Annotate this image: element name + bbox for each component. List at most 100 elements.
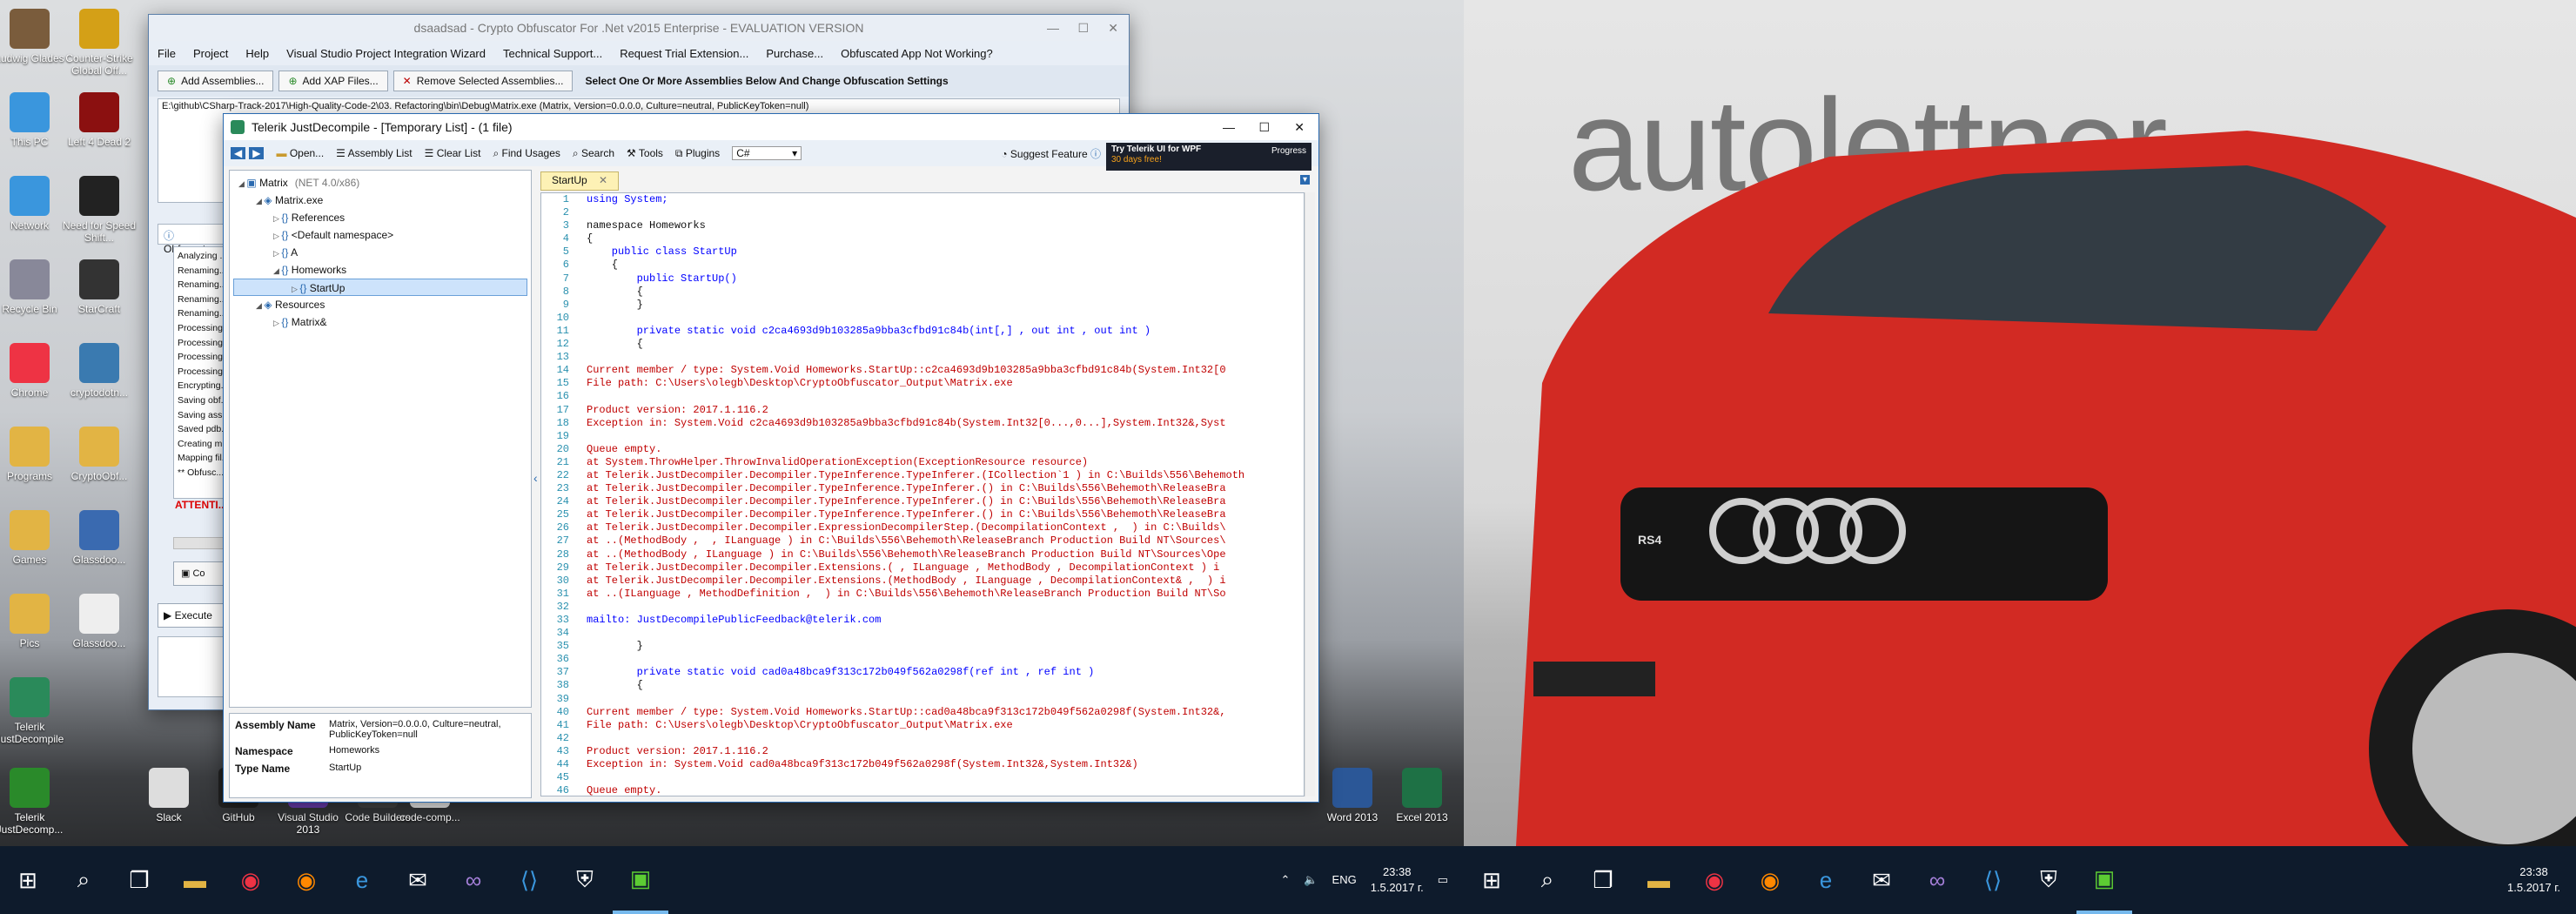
title-bar[interactable]: dsaadsad - Crypto Obfuscator For .Net v2… — [149, 15, 1129, 41]
menu-item[interactable]: Purchase... — [766, 47, 823, 60]
tree-node[interactable]: ◢ ◈ Matrix.exe — [233, 192, 527, 209]
mail-button[interactable]: ✉ — [1854, 846, 1909, 914]
desktop-icon[interactable]: Telerik JustDecomp... — [0, 763, 71, 858]
expand-icon[interactable]: ▷ — [292, 285, 299, 293]
visual-studio-button[interactable]: ∞ — [446, 846, 501, 914]
clear-list-button[interactable]: ☰ Clear List — [425, 147, 481, 159]
title-bar[interactable]: Telerik JustDecompile - [Temporary List]… — [224, 114, 1318, 140]
edge-button[interactable]: e — [1798, 846, 1854, 914]
tab-dropdown-icon[interactable]: ▾ — [1299, 175, 1310, 185]
ad-banner[interactable]: Try Telerik UI for WPF 30 days free! Pro… — [1106, 143, 1311, 171]
maximize-icon[interactable]: ☐ — [1258, 120, 1270, 135]
desktop-icon[interactable]: Counter-Strike Global Off... — [57, 3, 141, 99]
mail-button[interactable]: ✉ — [390, 846, 446, 914]
expand-icon[interactable]: ▷ — [273, 232, 281, 240]
desktop-icon[interactable]: Glassdoo... — [57, 505, 141, 601]
expand-icon[interactable]: ◢ — [273, 266, 281, 275]
menu-item[interactable]: Project — [193, 47, 228, 60]
expand-icon[interactable]: ◢ — [238, 179, 246, 188]
maximize-icon[interactable]: ☐ — [1077, 21, 1089, 36]
justdecompile-taskbar-button[interactable]: ▣ — [613, 846, 668, 914]
explorer-button[interactable]: ▬ — [1631, 846, 1687, 914]
desktop-icon[interactable]: StarCraft — [57, 254, 141, 350]
execute-button[interactable]: ▶ Execute — [158, 603, 232, 628]
language-indicator[interactable]: ENG — [1332, 872, 1357, 888]
chevron-up-icon[interactable]: ⌃ — [1280, 872, 1290, 888]
tree-node[interactable]: ▷ {} Matrix& — [233, 313, 527, 331]
expand-icon[interactable]: ▷ — [273, 249, 281, 258]
close-icon[interactable]: ✕ — [1294, 120, 1305, 135]
tab-startup[interactable]: StartUp ✕ — [540, 171, 620, 191]
splitter-collapse-icon[interactable]: ‹ — [533, 471, 538, 485]
search-button[interactable]: ⌕ Search — [573, 147, 614, 160]
open-button[interactable]: ▬ Open... — [276, 147, 324, 159]
defender-button[interactable]: ⛨ — [557, 846, 613, 914]
defender-button[interactable]: ⛨ — [2021, 846, 2076, 914]
add-xap-button[interactable]: ⊕ Add XAP Files... — [278, 71, 388, 91]
firefox-button[interactable]: ◉ — [278, 846, 334, 914]
close-tab-icon[interactable]: ✕ — [599, 174, 607, 186]
close-icon[interactable]: ✕ — [1108, 21, 1118, 36]
start-button[interactable]: ⊞ — [0, 846, 56, 914]
tools-button[interactable]: ⚒ Tools — [627, 147, 663, 159]
notifications-icon[interactable]: ▭ — [1438, 872, 1448, 888]
menu-item[interactable]: Visual Studio Project Integration Wizard — [286, 47, 486, 60]
clock-secondary[interactable]: 23:38 1.5.2017 г. — [2492, 864, 2576, 896]
desktop-icon[interactable]: CryptoObf... — [57, 421, 141, 517]
desktop-icon[interactable]: cryptodotn... — [57, 338, 141, 433]
system-tray[interactable]: ⌃ 🔈 ENG 23:38 1.5.2017 г. ▭ — [1265, 864, 1464, 896]
tree-node[interactable]: ▷ {} A — [233, 244, 527, 261]
code-editor[interactable]: 1 using System; 2 3 namespace Homeworks 4{5 p… — [540, 192, 1305, 796]
menu-item[interactable]: Request Trial Extension... — [620, 47, 748, 60]
firefox-button[interactable]: ◉ — [1742, 846, 1798, 914]
tree-node[interactable]: ◢ {} Homeworks — [233, 261, 527, 279]
search-button[interactable]: ⌕ — [1519, 846, 1575, 914]
forward-icon[interactable]: ▶ — [249, 147, 265, 159]
tree-node[interactable]: ▷ {} StartUp — [233, 279, 527, 296]
menu-item[interactable]: Technical Support... — [503, 47, 602, 60]
task-view-button[interactable]: ❐ — [111, 846, 167, 914]
vscode-button[interactable]: ⟨⟩ — [501, 846, 557, 914]
chrome-button[interactable]: ◉ — [223, 846, 278, 914]
menu-item[interactable]: Help — [245, 47, 269, 60]
expand-icon[interactable]: ◢ — [256, 301, 264, 310]
minimize-icon[interactable]: — — [1223, 120, 1235, 134]
desktop-icon[interactable]: Excel 2013 — [1380, 763, 1464, 858]
justdecompile-taskbar-button[interactable]: ▣ — [2076, 846, 2132, 914]
back-icon[interactable]: ◀ — [231, 147, 246, 159]
menu-item[interactable]: Obfuscated App Not Working? — [841, 47, 993, 60]
assembly-tree[interactable]: ◢ ▣ Matrix (NET 4.0/x86) ◢ ◈ Matrix.exe ▷ {… — [229, 170, 532, 708]
find-usages-button[interactable]: ⌕ Find Usages — [493, 147, 560, 160]
visual-studio-button[interactable]: ∞ — [1909, 846, 1965, 914]
tree-node[interactable]: ◢ ▣ Matrix (NET 4.0/x86) — [233, 174, 527, 192]
expand-icon[interactable]: ▷ — [273, 214, 281, 223]
start-button[interactable]: ⊞ — [1464, 846, 1519, 914]
add-assemblies-button[interactable]: ⊕ Add Assemblies... — [158, 71, 274, 91]
plugins-button[interactable]: ⧉ Plugins — [675, 147, 720, 160]
chrome-button[interactable]: ◉ — [1687, 846, 1742, 914]
justdecompile-window[interactable]: Telerik JustDecompile - [Temporary List]… — [223, 113, 1319, 803]
suggest-feature-button[interactable]: ◔ Suggest Feature ⓘ — [1001, 146, 1101, 161]
desktop-icon[interactable]: Need for Speed Shift... — [57, 171, 141, 266]
desktop-icon[interactable]: Glassdoo... — [57, 588, 141, 684]
task-view-button[interactable]: ❐ — [1575, 846, 1631, 914]
edge-button[interactable]: e — [334, 846, 390, 914]
tree-node[interactable]: ▷ {} <Default namespace> — [233, 226, 527, 244]
expand-icon[interactable]: ◢ — [256, 197, 264, 205]
minimize-icon[interactable]: — — [1047, 21, 1059, 35]
vertical-scrollbar[interactable] — [1305, 192, 1315, 796]
assembly-list-button[interactable]: ☰ Assembly List — [336, 147, 412, 159]
desktop-icon[interactable]: Left 4 Dead 2 — [57, 87, 141, 183]
tree-node[interactable]: ▷ {} References — [233, 209, 527, 226]
menu-item[interactable]: File — [158, 47, 176, 60]
assembly-item[interactable]: E:\github\CSharp-Track-2017\High-Quality… — [162, 101, 1116, 111]
expand-icon[interactable]: ▷ — [273, 319, 281, 327]
obfuscation-section-tab[interactable]: ⓘ Obfuscat... — [158, 224, 232, 255]
vscode-button[interactable]: ⟨⟩ — [1965, 846, 2021, 914]
search-button[interactable]: ⌕ — [56, 846, 111, 914]
tree-node[interactable]: ◢ ◈ Resources — [233, 296, 527, 313]
explorer-button[interactable]: ▬ — [167, 846, 223, 914]
clock[interactable]: 23:38 1.5.2017 г. — [1371, 864, 1424, 896]
language-select[interactable]: C# ▾ — [732, 146, 802, 160]
remove-assemblies-button[interactable]: ✕ Remove Selected Assemblies... — [392, 71, 574, 91]
